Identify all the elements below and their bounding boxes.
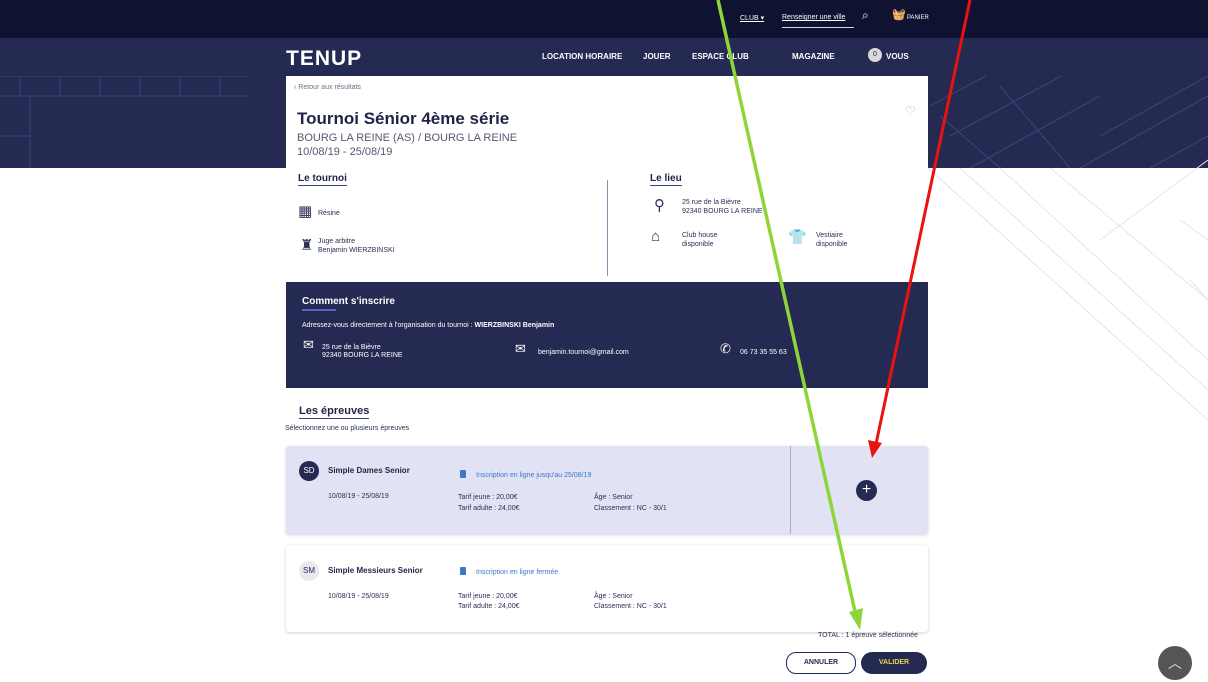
venue-address-line2: 92340 BOURG LA REINE [682, 208, 763, 215]
nav-location-horaire[interactable]: LOCATION HORAIRE [542, 52, 622, 61]
nav-vous[interactable]: VOUS [886, 52, 909, 61]
register-phone[interactable]: 06 73 35 55 63 [740, 348, 787, 357]
vestiaire-shirt-icon: 👕 [788, 229, 807, 246]
event-tarif-jeune: Tarif jeune : 20,00€ [458, 494, 518, 501]
club-dropdown[interactable]: CLUB ▾ [740, 14, 764, 22]
event-card-simple-dames[interactable] [286, 446, 928, 534]
event-tarif-adulte: Tarif adulte : 24,00€ [458, 505, 520, 512]
nav-magazine[interactable]: MAGAZINE [792, 52, 835, 61]
venue-address-line1: 25 rue de la Bièvre [682, 199, 741, 206]
vous-avatar[interactable]: 0 [868, 48, 882, 62]
event-name: Simple Dames Senior [328, 466, 410, 475]
total-selected: TOTAL : 1 épreuve sélectionnée [818, 632, 918, 639]
back-to-results-link[interactable]: ‹ Retour aux résultats [294, 84, 361, 91]
tenup-logo[interactable]: TENUP [286, 47, 362, 71]
section-le-tournoi: Le tournoi [298, 173, 347, 186]
referee-label: Juge arbitre [318, 238, 355, 245]
event-status: Inscription en ligne jusqu'au 25/08/19 [476, 472, 592, 479]
vestiaire-line1: Vestiaire [816, 232, 843, 239]
event-tarif-jeune: Tarif jeune : 20,00€ [458, 593, 518, 600]
event-card-simple-messieurs[interactable] [286, 545, 928, 632]
court-surface-icon: ▦ [298, 203, 313, 220]
events-title: Les épreuves [299, 405, 370, 419]
register-text-prefix: Adressez-vous directement à l'organisati… [302, 322, 475, 329]
mobile-icon [460, 470, 466, 478]
add-event-plus-icon[interactable]: + [856, 480, 877, 501]
panier-link[interactable]: PANIER [907, 15, 929, 21]
section-le-lieu: Le lieu [650, 173, 682, 186]
clubhouse-line2: disponible [682, 241, 714, 248]
mobile-icon [460, 567, 466, 575]
event-age: Âge : Senior [594, 593, 633, 600]
event-name: Simple Messieurs Senior [328, 566, 423, 575]
vestiaire-line2: disponible [816, 241, 848, 248]
top-utility-bar: CLUB ▾ Renseigner une ville ⌕ 🧺 PANIER [0, 0, 1208, 38]
register-title: Comment s'inscrire [302, 296, 395, 307]
event-status: Inscription en ligne fermée [476, 569, 559, 576]
register-address-line2: 92340 BOURG LA REINE [322, 352, 403, 359]
clubhouse-line1: Club house [682, 232, 718, 239]
events-subtitle: Sélectionnez une ou plusieurs épreuves [285, 425, 410, 432]
tournament-location: BOURG LA REINE (AS) / BOURG LA REINE [297, 132, 518, 144]
tournament-dates: 10/08/19 - 25/08/19 [297, 146, 393, 158]
nav-jouer[interactable]: JOUER [643, 52, 671, 61]
event-dates: 10/08/19 - 25/08/19 [328, 493, 389, 500]
annuler-button[interactable]: ANNULER [786, 652, 856, 674]
event-card-divider [790, 446, 791, 534]
register-email[interactable]: benjamin.tournoi@gmail.com [538, 348, 629, 357]
event-classement: Classement : NC - 30/1 [594, 603, 667, 610]
register-instructions: Adressez-vous directement à l'organisati… [302, 322, 554, 329]
valider-button[interactable]: VALIDER [861, 652, 927, 674]
mail-address-icon: ✉ [303, 337, 314, 352]
event-age: Âge : Senior [594, 494, 633, 501]
event-badge-sd: SD [299, 461, 319, 481]
event-tarif-adulte: Tarif adulte : 24,00€ [458, 603, 520, 610]
event-badge-sm: SM [299, 561, 319, 581]
referee-name: Benjamin WIERZBINSKI [318, 247, 395, 254]
card-divider [607, 180, 608, 276]
search-icon[interactable]: ⌕ [862, 8, 869, 23]
surface-label: Résine [318, 210, 340, 217]
event-classement: Classement : NC - 30/1 [594, 505, 667, 512]
location-pin-icon: ⚲ [654, 197, 665, 214]
phone-icon: ✆ [720, 341, 731, 356]
register-organizer: WIERZBINSKI Benjamin [474, 322, 555, 329]
tournament-title: Tournoi Sénior 4ème série [297, 109, 510, 128]
city-input[interactable]: Renseigner une ville [782, 14, 845, 21]
email-icon: ✉ [515, 341, 526, 356]
scroll-to-top-icon[interactable]: ︿ [1158, 646, 1192, 680]
city-input-underline [782, 27, 854, 28]
referee-chair-icon: ♜ [300, 237, 314, 254]
basket-icon[interactable]: 🧺 [892, 8, 906, 21]
register-title-underline [302, 309, 336, 311]
clubhouse-icon: ⌂ [651, 228, 661, 245]
event-dates: 10/08/19 - 25/08/19 [328, 593, 389, 600]
nav-espace-club[interactable]: ESPACE CLUB [692, 52, 749, 61]
heart-icon[interactable]: ♡ [905, 104, 916, 118]
